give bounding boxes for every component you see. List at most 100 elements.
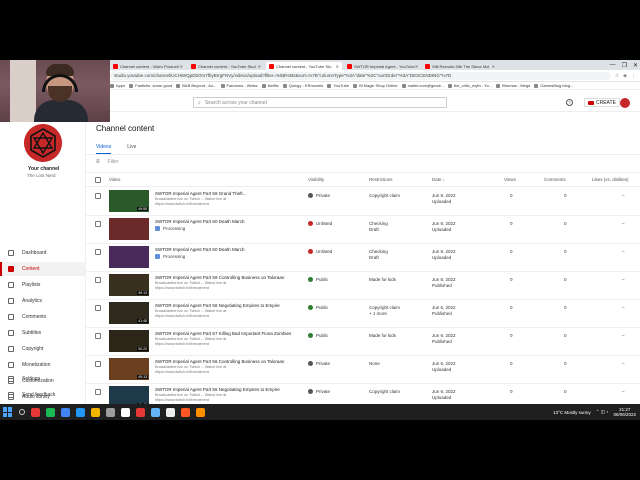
close-tab-icon[interactable]: ✕ <box>415 64 418 69</box>
filter-input[interactable]: Filter <box>108 159 119 165</box>
bookmark-item[interactable]: B&B Beyond - Ao... <box>176 83 217 88</box>
video-thumbnail[interactable]: 41:48 <box>109 302 149 324</box>
bookmark-item[interactable]: the_critic_myth - Yo... <box>447 83 492 88</box>
create-button[interactable]: CREATE <box>584 98 620 107</box>
video-title[interactable]: SWTOR Imperial Agent Part 60 Death March <box>155 219 244 224</box>
windows-start-icon[interactable] <box>3 407 13 417</box>
close-tab-icon[interactable]: ✕ <box>180 64 183 69</box>
address-bar[interactable]: studio.youtube.com/channel/UCHiWQpDbOrs7… <box>110 71 611 80</box>
video-title[interactable]: SWTOR Imperial Agent Part 58 Negotiating… <box>155 303 280 308</box>
bookmark-item[interactable]: Netflix <box>261 83 279 88</box>
browser-tab[interactable]: Channel content - YouTube Stu ✕ <box>266 62 342 70</box>
sidebar-item-subtitles[interactable]: Subtitles <box>0 326 86 340</box>
video-title[interactable]: SWTOR Imperial Agent Part 57 Killing Bad… <box>155 331 291 336</box>
video-title[interactable]: SWTOR Imperial Agent Part 59 Grand Theft… <box>155 191 246 196</box>
taskbar-app-icon[interactable] <box>76 407 85 417</box>
browser-tab[interactable]: SWTOR Imperial Agent - YouTube ✕ <box>344 62 420 70</box>
taskbar-app-icon[interactable] <box>91 407 100 417</box>
bookmark-item[interactable]: Bhumas - Mega <box>496 83 530 88</box>
table-row[interactable]: 49:55 SWTOR Imperial Agent Part 59 Grand … <box>86 188 640 216</box>
close-window-button[interactable]: ✕ <box>633 62 638 69</box>
sidebar-item-content[interactable]: Content <box>0 262 86 276</box>
taskbar-app-icon[interactable] <box>181 407 190 417</box>
video-title[interactable]: SWTOR Imperial Agent Part 59 Controlling… <box>155 275 284 280</box>
row-checkbox[interactable] <box>95 193 101 199</box>
sidebar-item-monetization[interactable]: Monetization <box>0 358 86 372</box>
table-row[interactable]: SWTOR Imperial Agent Part 60 Death March… <box>86 244 640 272</box>
taskbar-app-icon[interactable] <box>31 407 40 417</box>
row-checkbox[interactable] <box>95 389 101 395</box>
visibility-cell[interactable]: Unlisted <box>308 221 332 226</box>
bookmark-item[interactable]: Bl Magic Shop Online <box>353 83 398 88</box>
video-thumbnail[interactable]: 50:20 <box>109 330 149 352</box>
visibility-cell[interactable]: Private <box>308 389 330 394</box>
sidebar-item-comments[interactable]: Comments <box>0 310 86 324</box>
maximize-button[interactable]: ❐ <box>622 62 627 69</box>
bookmark-item[interactable]: Quingy - ERnsomts <box>282 83 323 88</box>
table-row[interactable]: 49:13 SWTOR Imperial Agent Part 56 Contro… <box>86 356 640 384</box>
taskbar-app-icon[interactable] <box>136 407 145 417</box>
visibility-cell[interactable]: Public <box>308 305 328 310</box>
clock[interactable]: 21:27 06/06/2022 <box>613 407 636 417</box>
taskbar-app-icon[interactable] <box>46 407 55 417</box>
bookmark-item[interactable]: YouTube <box>327 83 349 88</box>
sidebar-item-analytics[interactable]: Analytics <box>0 294 86 308</box>
browser-tab[interactable]: Channel content - YouTube Stud ✕ <box>188 62 264 70</box>
video-thumbnail[interactable]: 49:13 <box>109 358 149 380</box>
bookmark-item[interactable]: Fanfictio. some good <box>129 83 172 88</box>
bookmark-item[interactable]: Apps <box>110 83 125 88</box>
row-checkbox[interactable] <box>95 361 101 367</box>
tab-live[interactable]: Live <box>127 144 136 154</box>
row-checkbox[interactable] <box>95 305 101 311</box>
menu-dots-icon[interactable]: ⋮ <box>631 73 636 79</box>
help-icon[interactable]: ? <box>566 99 573 106</box>
table-row[interactable]: 50:20 SWTOR Imperial Agent Part 57 Killin… <box>86 328 640 356</box>
close-tab-icon[interactable]: ✕ <box>336 64 339 69</box>
sidebar-item-playlists[interactable]: Playlists <box>0 278 86 292</box>
search-input[interactable]: ⌕ Search across your channel <box>193 97 447 108</box>
table-row[interactable]: SWTOR Imperial Agent Part 60 Death March… <box>86 216 640 244</box>
row-checkbox[interactable] <box>95 249 101 255</box>
taskbar-app-icon[interactable] <box>166 407 175 417</box>
browser-tab[interactable]: Channel content - Video Producti ✕ <box>110 62 186 70</box>
account-avatar[interactable] <box>620 98 630 108</box>
channel-avatar[interactable] <box>24 124 62 162</box>
sidebar-item-settings[interactable]: Settings <box>0 372 86 386</box>
weather-widget[interactable]: 13°C Mostly sunny <box>553 410 591 415</box>
taskbar-app-icon[interactable] <box>106 407 115 417</box>
row-checkbox[interactable] <box>95 333 101 339</box>
visibility-cell[interactable]: Unlisted <box>308 249 332 254</box>
bookmark-item[interactable]: GamesBlog blog... <box>534 83 573 88</box>
table-row[interactable]: 41:48 SWTOR Imperial Agent Part 58 Negoti… <box>86 300 640 328</box>
video-title[interactable]: SWTOR Imperial Agent Part 60 Death March <box>155 247 244 252</box>
filter-icon[interactable]: ≡ <box>96 159 100 165</box>
minimize-button[interactable]: — <box>610 62 616 68</box>
visibility-cell[interactable]: Public <box>308 333 328 338</box>
sidebar-item-copyright[interactable]: Copyright <box>0 342 86 356</box>
video-thumbnail[interactable] <box>109 218 149 240</box>
browser-tab[interactable]: Still Recruits Sith The Stone Mol ✕ <box>422 62 498 70</box>
star-icon[interactable]: ☆ <box>615 73 619 79</box>
video-thumbnail[interactable]: 49:13 <box>109 274 149 296</box>
taskbar-app-icon[interactable] <box>121 407 130 417</box>
video-title[interactable]: SWTOR Imperial Agent Part 56 Controlling… <box>155 359 284 364</box>
bookmark-item[interactable]: Fandoms - Weiss <box>220 83 258 88</box>
visibility-cell[interactable]: Public <box>308 277 328 282</box>
taskbar-app-icon[interactable] <box>61 407 70 417</box>
column-comments[interactable]: Comments <box>544 177 566 182</box>
taskbar-app-icon[interactable] <box>196 407 205 417</box>
tab-videos[interactable]: Videos <box>96 144 112 154</box>
visibility-cell[interactable]: Private <box>308 193 330 198</box>
bookmark-item[interactable]: mailer.com@gmail... <box>401 83 444 88</box>
row-checkbox[interactable] <box>95 277 101 283</box>
column-views[interactable]: Views <box>504 177 516 182</box>
video-title[interactable]: SWTOR Imperial Agent Part 55 Negotiating… <box>155 387 280 392</box>
row-checkbox[interactable] <box>95 221 101 227</box>
video-thumbnail[interactable] <box>109 246 149 268</box>
select-all-checkbox[interactable] <box>95 177 101 183</box>
column-date[interactable]: Date ↓ <box>432 177 445 182</box>
table-row[interactable]: 49:13 SWTOR Imperial Agent Part 59 Contro… <box>86 272 640 300</box>
taskbar-app-icon[interactable] <box>151 407 160 417</box>
close-tab-icon[interactable]: ✕ <box>492 64 495 69</box>
sidebar-item-dashboard[interactable]: Dashboard <box>0 246 86 260</box>
